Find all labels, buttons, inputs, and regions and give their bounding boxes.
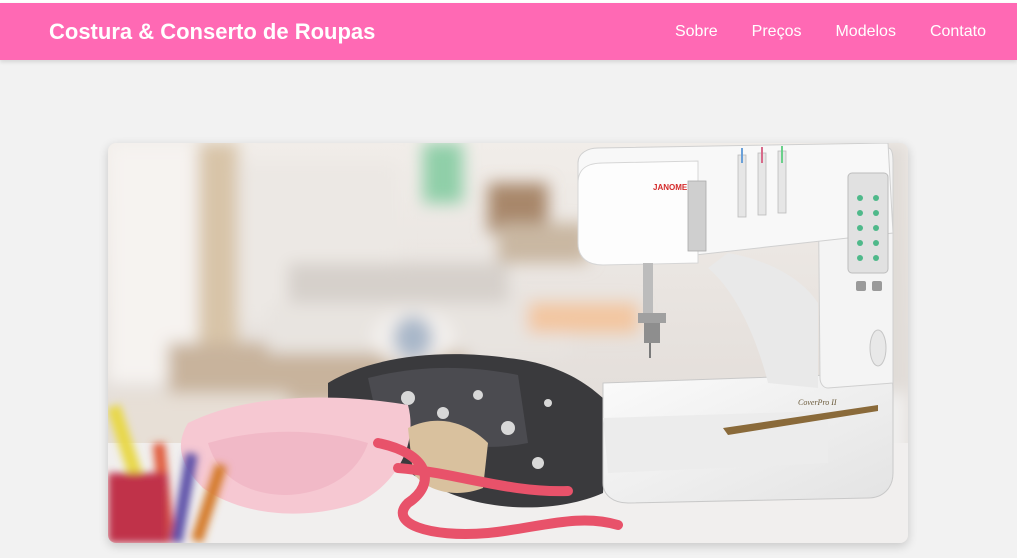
nav-link-sobre[interactable]: Sobre — [675, 22, 718, 42]
nav-link-precos[interactable]: Preços — [752, 22, 802, 42]
nav-link-contato[interactable]: Contato — [930, 22, 986, 42]
machine-brand-label: JANOME — [653, 183, 688, 192]
sewing-machine-photo: CoverPro II JANOME — [108, 143, 908, 543]
site-title[interactable]: Costura & Conserto de Roupas — [49, 19, 375, 45]
nav-link-modelos[interactable]: Modelos — [835, 22, 895, 42]
site-header: Costura & Conserto de Roupas Sobre Preço… — [0, 3, 1017, 60]
model-label: CoverPro II — [798, 398, 837, 407]
hero-image-sewing-machine: CoverPro II JANOME — [108, 143, 908, 543]
main-nav: Sobre Preços Modelos Contato — [675, 22, 986, 42]
